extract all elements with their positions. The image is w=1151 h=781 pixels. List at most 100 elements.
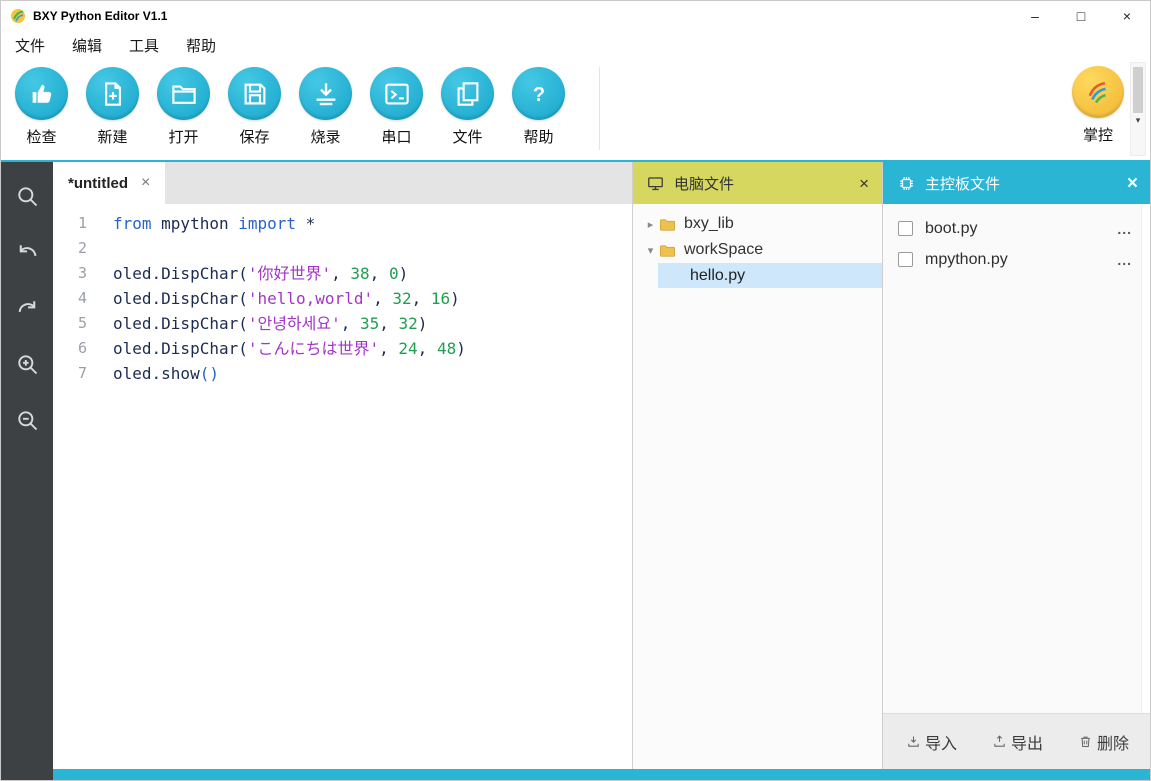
code-line: oled.show() (113, 361, 466, 386)
line-number: 3 (53, 261, 87, 286)
toolbar-new-file-button[interactable]: 新建 (77, 59, 148, 147)
toolbar-scrollbar[interactable]: ▾ (1130, 62, 1146, 156)
export-button[interactable]: 导出 (992, 730, 1043, 754)
chevron-down-icon[interactable]: ▾ (1136, 116, 1141, 125)
device-label: 掌控 (1083, 124, 1113, 145)
save-icon (228, 67, 281, 120)
tree-item-label: bxy_lib (684, 215, 734, 233)
chevron-right-icon[interactable]: ▸ (643, 218, 658, 231)
action-label: 删除 (1097, 730, 1129, 754)
line-number: 2 (53, 236, 87, 261)
status-bar (53, 769, 1150, 780)
open-folder-icon (157, 67, 210, 120)
board-panel-scrollbar[interactable] (1141, 204, 1151, 713)
chevron-down-icon[interactable]: ▾ (643, 244, 658, 257)
thumbs-up-icon (15, 67, 68, 120)
board-panel-close-icon[interactable]: × (1127, 174, 1138, 193)
computer-files-title: 电脑文件 (674, 173, 734, 194)
toolbar-open-folder-button[interactable]: 打开 (148, 59, 219, 147)
chip-icon (897, 174, 916, 193)
board-file-name: mpython.py (925, 251, 1008, 269)
undo-icon (14, 239, 41, 266)
files-icon (441, 67, 494, 120)
redo-button[interactable] (14, 295, 41, 322)
toolbar-label: 保存 (239, 126, 269, 147)
toolbar-label: 新建 (97, 126, 127, 147)
window-title: BXY Python Editor V1.1 (33, 9, 167, 23)
computer-panel-close-icon[interactable]: × (859, 175, 869, 192)
zoom-out-icon (14, 407, 41, 434)
board-file-name: boot.py (925, 220, 977, 238)
toolbar: 检查 新建打开保存 烧录 串口文件? 帮助 掌控 ▾ (1, 59, 1150, 162)
scrollbar-thumb[interactable] (1133, 67, 1143, 113)
code-line: oled.DispChar('hello,world', 32, 16) (113, 286, 466, 311)
maximize-button[interactable]: □ (1058, 1, 1104, 31)
toolbar-files-button[interactable]: 文件 (432, 59, 503, 147)
redo-icon (14, 295, 41, 322)
monitor-icon (646, 174, 665, 193)
code-line: oled.DispChar('你好世界', 38, 0) (113, 261, 466, 286)
search-icon (14, 183, 41, 210)
serial-icon (370, 67, 423, 120)
checkbox[interactable] (898, 221, 913, 236)
menu-item-help[interactable]: 帮助 (186, 35, 216, 56)
line-number: 7 (53, 361, 87, 386)
tab-untitled[interactable]: *untitled × (53, 162, 165, 204)
board-file-list: boot.py...mpython.py... (883, 204, 1151, 275)
code-editor[interactable]: 1234567 from mpython import * oled.DispC… (53, 204, 632, 769)
help-icon: ? (512, 67, 565, 120)
tab-bar: *untitled × (53, 162, 632, 204)
zoom-in-icon (14, 351, 41, 378)
menu-item-edit[interactable]: 编辑 (72, 35, 102, 56)
toolbar-label: 烧录 (310, 126, 340, 147)
board-file-row[interactable]: mpython.py... (883, 244, 1151, 275)
line-number: 1 (53, 211, 87, 236)
more-button[interactable]: ... (1117, 221, 1132, 237)
line-number-gutter: 1234567 (53, 204, 101, 769)
code-line: oled.DispChar('안녕하세요', 35, 32) (113, 311, 466, 336)
close-button[interactable]: × (1104, 1, 1150, 31)
editor-area: *untitled × 1234567 from mpython import … (53, 162, 632, 769)
board-files-title: 主控板文件 (925, 173, 1000, 194)
zoom-out-button[interactable] (14, 407, 41, 434)
minimize-button[interactable]: – (1012, 1, 1058, 31)
tree-item-label: workSpace (684, 241, 763, 259)
line-number: 5 (53, 311, 87, 336)
folder-icon (658, 215, 677, 234)
toolbar-flash-button[interactable]: 烧录 (290, 59, 361, 147)
board-icon (1072, 66, 1124, 118)
toolbar-help-button[interactable]: ? 帮助 (503, 59, 574, 147)
checkbox[interactable] (898, 252, 913, 267)
menu-item-tools[interactable]: 工具 (129, 35, 159, 56)
toolbar-label: 串口 (381, 126, 411, 147)
import-button[interactable]: 导入 (906, 730, 957, 754)
delete-button[interactable]: 删除 (1078, 730, 1129, 754)
tree-item-bxy-lib[interactable]: ▸ bxy_lib (633, 211, 882, 237)
toolbar-label: 检查 (26, 126, 56, 147)
undo-button[interactable] (14, 239, 41, 266)
toolbar-label: 帮助 (523, 126, 553, 147)
code-line: oled.DispChar('こんにちは世界', 24, 48) (113, 336, 466, 361)
folder-icon (658, 241, 677, 260)
app-window: BXY Python Editor V1.1 – □ × 文件编辑工具帮助 检查… (0, 0, 1151, 781)
export-icon (992, 734, 1007, 749)
tree-item-workspace[interactable]: ▾ workSpace (633, 237, 882, 263)
tree-item-hello-py[interactable]: hello.py (658, 263, 882, 288)
zoom-in-button[interactable] (14, 351, 41, 378)
toolbar-serial-button[interactable]: 串口 (361, 59, 432, 147)
code-area[interactable]: from mpython import * oled.DispChar('你好世… (101, 204, 466, 769)
menu-bar: 文件 编辑 工具 帮助 (1, 31, 1150, 59)
tab-title: *untitled (68, 175, 128, 192)
board-files-panel: 主控板文件 × boot.py...mpython.py... 导入导出删除 (882, 162, 1151, 769)
app-icon (10, 8, 26, 24)
import-icon (906, 734, 921, 749)
svg-text:?: ? (532, 83, 544, 105)
tab-close-icon[interactable]: × (141, 174, 150, 192)
menu-item-file[interactable]: 文件 (15, 35, 45, 56)
toolbar-thumbs-up-button[interactable]: 检查 (6, 59, 77, 147)
device-selector[interactable]: 掌控 (1067, 66, 1129, 145)
more-button[interactable]: ... (1117, 252, 1132, 268)
toolbar-save-button[interactable]: 保存 (219, 59, 290, 147)
search-button[interactable] (14, 183, 41, 210)
board-file-row[interactable]: boot.py... (883, 213, 1151, 244)
